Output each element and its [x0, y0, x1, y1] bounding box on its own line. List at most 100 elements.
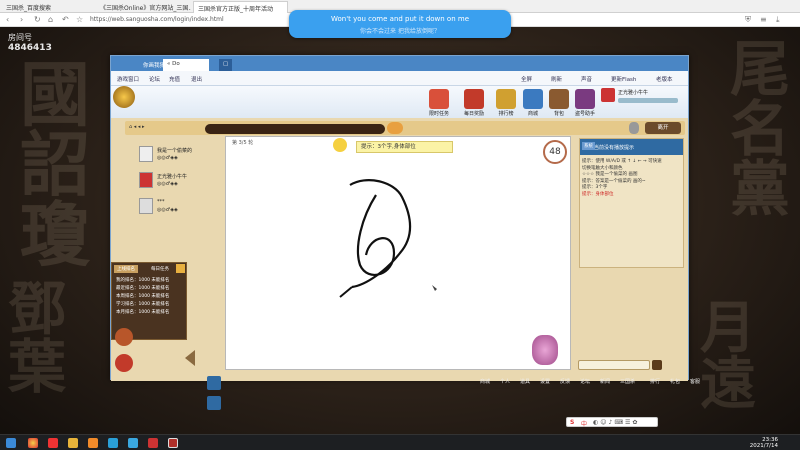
browser-tab[interactable]: 三国杀_百度搜索 — [2, 1, 92, 13]
toolbar-sound[interactable]: 声音 — [581, 75, 592, 83]
menu-item[interactable]: 退出 — [191, 75, 202, 83]
rank-item: 本周排名：1000 未能排名 — [116, 294, 170, 299]
ime-tools-icon[interactable]: ◐☺♪⌨☰✿ — [593, 419, 639, 426]
bookmark-icon[interactable]: ☆ — [76, 15, 83, 25]
book-icon[interactable] — [207, 376, 221, 390]
ranks-tab[interactable]: 上线排名 — [114, 265, 138, 273]
player-row[interactable]: 正光雅小牛牛 ◎◎♂◈◈ — [139, 172, 225, 194]
header-label: 每日奖励 — [463, 111, 484, 117]
app-tab[interactable]: ▢ — [219, 59, 233, 71]
app-icon[interactable] — [148, 438, 158, 448]
bottom-menu-item[interactable]: 设置 — [540, 378, 550, 385]
forward-icon[interactable]: › — [20, 15, 23, 25]
avatar — [139, 172, 153, 188]
limited-task-icon[interactable] — [429, 89, 449, 109]
backpack-icon[interactable] — [549, 89, 569, 109]
bottom-menu-item[interactable]: 论坛 — [580, 378, 590, 385]
hint-box: 提示：3个字,身体部位 — [356, 141, 453, 153]
browser-tab[interactable]: 《三国杀Online》官方网站_三国... — [96, 1, 191, 13]
game-chat-input[interactable] — [578, 360, 650, 370]
menu-item[interactable]: 论坛 — [149, 75, 160, 83]
ime-logo-icon: S — [570, 419, 575, 426]
bottom-menu-item[interactable]: 礼包 — [670, 378, 680, 385]
leaderboard-icon[interactable] — [496, 89, 516, 109]
refresh-icon[interactable]: ↻ — [34, 15, 41, 25]
gift-icon[interactable] — [115, 328, 133, 346]
mascot-icon — [532, 335, 558, 365]
folder-icon[interactable] — [68, 438, 78, 448]
music-notification[interactable]: Won't you come and put it down on me 你会不… — [289, 10, 511, 38]
undo-icon[interactable]: ↶ — [62, 15, 69, 25]
reward-icon[interactable] — [115, 354, 133, 372]
emoji-icon[interactable] — [387, 122, 403, 134]
menu-icon[interactable]: ≡ — [760, 15, 767, 25]
rank-item: 学习排名：1000 未能排名 — [116, 302, 170, 307]
user-avatar[interactable] — [601, 88, 615, 102]
bottom-menu: 商城 个人 道具 设置 反馈 论坛 新闻 三国杀 排行 礼包 客服 — [470, 378, 770, 388]
taskbar: 23:36 2021/7/14 — [0, 434, 800, 450]
ranks-tab[interactable]: 每日任务 — [148, 265, 172, 273]
panel-line: 提示：使用 W/A/D 或 ↑ ↓ ← → 可快速 — [582, 159, 662, 164]
app-menu-bar: 游戏窗口 论坛 充值 退出 全屏 刷新 声音 更新Flash 老版本 — [111, 71, 688, 86]
clock-date: 2021/7/14 — [749, 443, 778, 449]
chat-input[interactable] — [205, 124, 385, 134]
header-label: 背包 — [553, 111, 564, 117]
avatar — [139, 198, 153, 214]
ime-toolbar[interactable]: S 中 ◐☺♪⌨☰✿ — [566, 417, 658, 428]
security-helper-icon[interactable] — [575, 89, 595, 109]
player-row[interactable]: 我是一个偷菜的 ◎◎♂◈◈ — [139, 146, 225, 168]
bottom-menu-item[interactable]: 三国杀 — [620, 378, 635, 385]
back-icon[interactable]: ‹ — [6, 15, 9, 25]
app-icon[interactable] — [108, 438, 118, 448]
toolbar-refresh[interactable]: 刷新 — [551, 75, 562, 83]
drawing-canvas[interactable]: 第 3/5 轮 — [225, 136, 571, 370]
daily-reward-icon[interactable] — [464, 89, 484, 109]
game-top-strip: ⌂ ◂ ◂ ▸ 离开 — [125, 121, 685, 135]
bottom-menu-item[interactable]: 商城 — [480, 378, 490, 385]
app-icon[interactable] — [128, 438, 138, 448]
notification-subtitle: 你会不会过来 把我给放倒呢？ — [360, 28, 440, 35]
collapse-arrow-icon[interactable] — [185, 350, 195, 366]
toolbar-flash[interactable]: 更新Flash — [611, 75, 636, 83]
info-panel: 当前没有播放提示 系统 提示：使用 W/A/D 或 ↑ ↓ ← → 可快速 切换… — [579, 138, 684, 268]
player-row[interactable]: *** ◎◎♂◈◈ — [139, 198, 225, 220]
chrome-icon[interactable] — [28, 438, 38, 448]
bottom-menu-item[interactable]: 道具 — [520, 378, 530, 385]
shield-icon[interactable]: ⛨ — [745, 15, 751, 25]
menu-item[interactable]: 充值 — [169, 75, 180, 83]
egg-icon[interactable] — [629, 122, 639, 134]
bottom-menu-item[interactable]: 客服 — [690, 378, 700, 385]
toolbar-fullscreen[interactable]: 全屏 — [521, 75, 532, 83]
game-taskbar-icon[interactable] — [168, 438, 178, 448]
app-tab-active[interactable]: « Do — [163, 59, 209, 71]
bottom-menu-item[interactable]: 反馈 — [560, 378, 570, 385]
send-icon[interactable] — [652, 360, 662, 370]
leave-button[interactable]: 离开 — [645, 122, 681, 134]
bottom-menu-item[interactable]: 新闻 — [600, 378, 610, 385]
menu-item[interactable]: 游戏窗口 — [117, 75, 139, 83]
room-label: 房间号 — [8, 33, 32, 42]
panel-lines: 提示：使用 W/A/D 或 ↑ ↓ ← → 可快速 切换笔触大小和颜色 ☆☆☆ … — [582, 159, 662, 198]
system-clock: 23:36 2021/7/14 — [750, 437, 778, 449]
header-label: 限时任务 — [428, 111, 449, 117]
ime-mode[interactable]: 中 — [581, 419, 587, 428]
pen-icon[interactable] — [207, 396, 221, 410]
bottom-menu-item[interactable]: 排行 — [650, 378, 660, 385]
app-icon[interactable] — [88, 438, 98, 448]
toolbar-oldversion[interactable]: 老版本 — [656, 75, 673, 83]
windows-start-icon[interactable] — [6, 438, 16, 448]
download-icon[interactable]: ⤓ — [776, 15, 780, 25]
add-icon[interactable] — [176, 264, 185, 273]
notification-title: Won't you come and put it down on me — [330, 15, 470, 23]
player-icons: ◎◎♂◈◈ — [157, 181, 178, 187]
browser-tab-active[interactable]: 三国杀官方正版_十周年活动 — [193, 1, 288, 13]
shop-icon[interactable] — [523, 89, 543, 109]
app-icon[interactable] — [48, 438, 58, 448]
header-label: 商城 — [527, 111, 538, 117]
countdown-timer: 48 — [543, 140, 567, 164]
calligraphy-bg: 月遠 — [700, 295, 756, 417]
bottom-menu-item[interactable]: 个人 — [500, 378, 510, 385]
home-icon[interactable]: ⌂ — [48, 15, 53, 25]
user-exp-bar — [618, 98, 678, 103]
panel-title: 当前没有播放提示 — [580, 139, 683, 155]
